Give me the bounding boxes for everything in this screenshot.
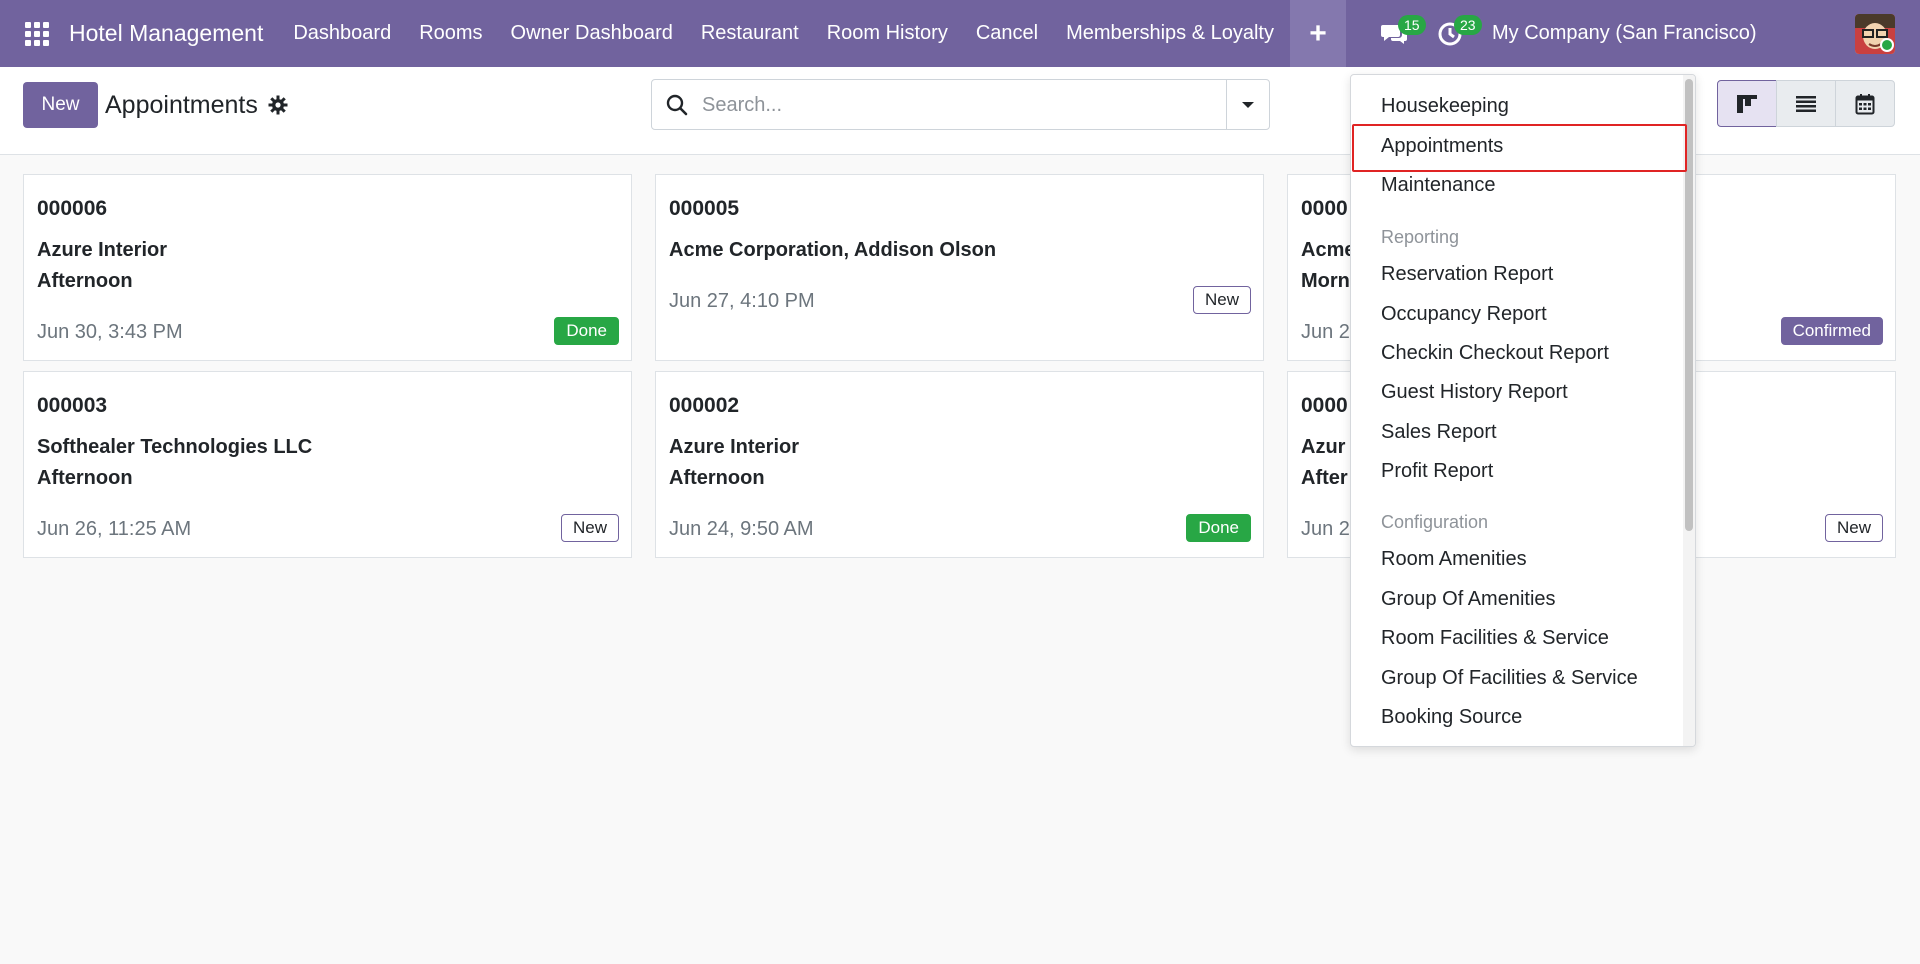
- messages-icon[interactable]: 15: [1366, 0, 1426, 67]
- card-partner-line: Softhealer Technologies LLC: [37, 436, 313, 458]
- card-reference: 000003: [37, 394, 108, 417]
- appointment-card[interactable]: 000006 Azure Interior Afternoon Jun 30, …: [23, 174, 632, 361]
- activities-clock-icon[interactable]: 23: [1422, 0, 1482, 67]
- card-reference: 000006: [37, 197, 108, 220]
- calendar-view-icon[interactable]: [1835, 80, 1895, 127]
- app-brand[interactable]: Hotel Management: [69, 20, 263, 47]
- card-partner-line: Azure Interior: [669, 436, 800, 458]
- card-partner: Azure Interior Afternoon: [37, 235, 167, 297]
- apps-menu-icon[interactable]: [10, 0, 64, 67]
- search-input[interactable]: [702, 90, 1202, 120]
- card-date: Jun 2: [1301, 518, 1350, 540]
- card-partner-line: Azur: [1301, 436, 1346, 458]
- new-button[interactable]: New: [23, 82, 98, 128]
- caret-down-icon: [1242, 101, 1254, 108]
- menu-item-profit-report[interactable]: Profit Report: [1381, 460, 1493, 483]
- appointment-card[interactable]: 000005 Acme Corporation, Addison Olson J…: [655, 174, 1264, 361]
- menu-item-housekeeping[interactable]: Housekeeping: [1381, 95, 1509, 118]
- appointment-card[interactable]: 000002 Azure Interior Afternoon Jun 24, …: [655, 371, 1264, 558]
- card-slot-line: Morn: [1301, 270, 1350, 292]
- nav-dashboard[interactable]: Dashboard: [279, 0, 405, 67]
- card-reference: 000002: [669, 394, 740, 417]
- menu-item-group-of-amenities[interactable]: Group Of Amenities: [1381, 588, 1556, 611]
- card-partner-line: Azure Interior: [37, 239, 168, 261]
- card-slot-line: Afternoon: [37, 270, 133, 292]
- menu-item-checkin-checkout-report[interactable]: Checkin Checkout Report: [1381, 342, 1609, 365]
- menu-item-group-of-facilities-service[interactable]: Group Of Facilities & Service: [1381, 667, 1638, 690]
- more-menu-plus-button[interactable]: +: [1289, 0, 1346, 67]
- appointment-card[interactable]: 000003 Softhealer Technologies LLC After…: [23, 371, 632, 558]
- activities-count-badge: 23: [1453, 15, 1482, 35]
- card-date: Jun 30, 3:43 PM: [37, 321, 183, 343]
- status-badge: Done: [1186, 514, 1251, 542]
- search-icon: [666, 94, 688, 121]
- top-navbar: Hotel Management Dashboard Rooms Owner D…: [0, 0, 1920, 67]
- card-partner-line: Acme: [1301, 239, 1356, 261]
- card-slot-line: After: [1301, 467, 1348, 489]
- online-status-dot: [1880, 38, 1894, 52]
- company-switcher[interactable]: My Company (San Francisco): [1492, 22, 1757, 45]
- card-date: Jun 24, 9:50 AM: [669, 518, 814, 540]
- card-partner: Softhealer Technologies LLC Afternoon: [37, 432, 312, 494]
- page-title: Appointments: [105, 91, 258, 119]
- status-badge: New: [1192, 286, 1251, 314]
- status-badge: Done: [554, 317, 619, 345]
- card-reference: 0000: [1301, 394, 1348, 417]
- status-badge: New: [1824, 514, 1883, 542]
- menu-item-occupancy-report[interactable]: Occupancy Report: [1381, 303, 1547, 326]
- menu-item-room-facilities-service[interactable]: Room Facilities & Service: [1381, 627, 1609, 650]
- card-partner-line: Acme Corporation, Addison Olson: [669, 239, 997, 261]
- search-bar: [651, 79, 1270, 130]
- more-menu-dropdown: Housekeeping Appointments Maintenance Re…: [1350, 74, 1696, 747]
- card-date: Jun 27, 4:10 PM: [669, 290, 815, 312]
- card-date: Jun 2: [1301, 321, 1350, 343]
- card-partner: Acme Corporation, Addison Olson: [669, 235, 996, 266]
- list-view-icon[interactable]: [1776, 80, 1836, 127]
- menu-item-room-amenities[interactable]: Room Amenities: [1381, 548, 1527, 571]
- menu-item-sales-report[interactable]: Sales Report: [1381, 421, 1497, 444]
- menu-item-booking-source[interactable]: Booking Source: [1381, 706, 1522, 729]
- systray: 15 23 My Company (San Francisco): [1366, 0, 1757, 67]
- nav-restaurant[interactable]: Restaurant: [687, 0, 813, 67]
- card-partner: Azur After: [1301, 432, 1348, 494]
- menu-item-guest-history-report[interactable]: Guest History Report: [1381, 381, 1568, 404]
- card-reference: 000005: [669, 197, 740, 220]
- view-switcher: [1717, 80, 1895, 127]
- menu-item-appointments[interactable]: Appointments: [1381, 135, 1503, 158]
- status-badge: New: [560, 514, 619, 542]
- nav-rooms[interactable]: Rooms: [405, 0, 496, 67]
- nav-room-history[interactable]: Room History: [813, 0, 962, 67]
- search-options-toggle[interactable]: [1226, 80, 1269, 129]
- card-partner: Acme Morn: [1301, 235, 1355, 297]
- gear-icon[interactable]: [268, 95, 288, 120]
- card-partner: Azure Interior Afternoon: [669, 432, 799, 494]
- nav-cancel[interactable]: Cancel: [962, 0, 1052, 67]
- menu-item-maintenance[interactable]: Maintenance: [1381, 174, 1496, 197]
- status-badge: Confirmed: [1780, 317, 1883, 345]
- nav-memberships-loyalty[interactable]: Memberships & Loyalty: [1052, 0, 1288, 67]
- section-header-configuration: Configuration: [1381, 512, 1489, 532]
- card-reference: 0000: [1301, 197, 1348, 220]
- card-slot-line: Afternoon: [669, 467, 765, 489]
- card-slot-line: Afternoon: [37, 467, 133, 489]
- card-date: Jun 26, 11:25 AM: [37, 518, 192, 540]
- kanban-view-icon[interactable]: [1717, 80, 1777, 127]
- nav-owner-dashboard[interactable]: Owner Dashboard: [497, 0, 687, 67]
- menu-item-reservation-report[interactable]: Reservation Report: [1381, 263, 1553, 286]
- section-header-reporting: Reporting: [1381, 227, 1460, 247]
